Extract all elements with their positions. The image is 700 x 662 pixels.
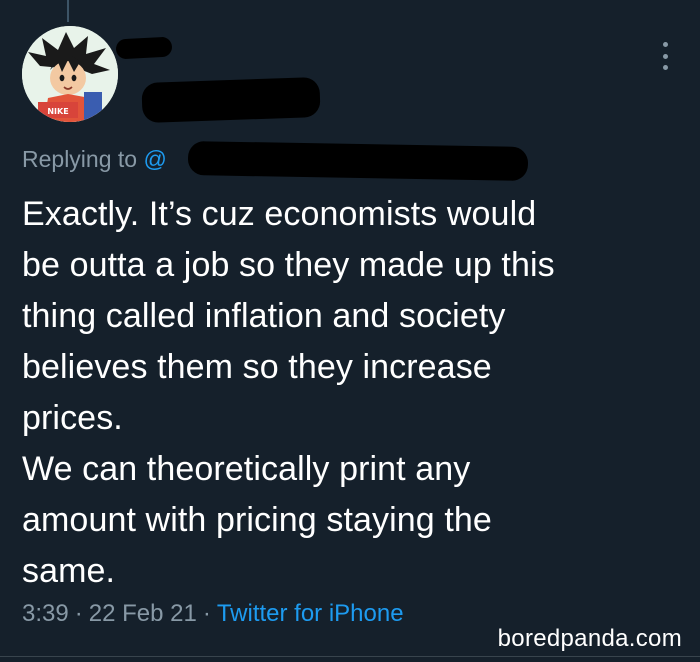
tweet-source-link[interactable]: Twitter for iPhone xyxy=(217,600,404,627)
tweet-time[interactable]: 3:39 xyxy=(22,600,69,627)
avatar-image: NIKE xyxy=(22,26,118,122)
divider xyxy=(0,656,700,657)
avatar-logo-text: NIKE xyxy=(47,107,68,116)
more-dot xyxy=(662,53,668,59)
tweet-meta: 3:39 · 22 Feb 21 · Twitter for iPhone xyxy=(22,600,404,628)
redacted-display-name xyxy=(115,36,173,60)
avatar[interactable]: NIKE xyxy=(22,26,118,122)
tweet-text: Exactly. It’s cuz economists would be ou… xyxy=(22,195,555,590)
meta-separator: · xyxy=(202,600,211,627)
tweet-date[interactable]: 22 Feb 21 xyxy=(89,600,197,627)
replying-to-line: Replying to @ xyxy=(22,146,167,173)
more-dot xyxy=(662,65,668,70)
thread-connector-line xyxy=(67,0,69,22)
meta-separator: · xyxy=(74,600,83,627)
more-options-icon[interactable] xyxy=(660,42,670,70)
watermark: boredpanda.com xyxy=(497,625,682,652)
more-dot xyxy=(662,42,668,47)
replying-to-label: Replying to xyxy=(22,146,144,172)
redacted-username xyxy=(141,76,321,124)
redacted-mention xyxy=(187,141,529,181)
replying-to-mention[interactable]: @ xyxy=(143,146,166,172)
